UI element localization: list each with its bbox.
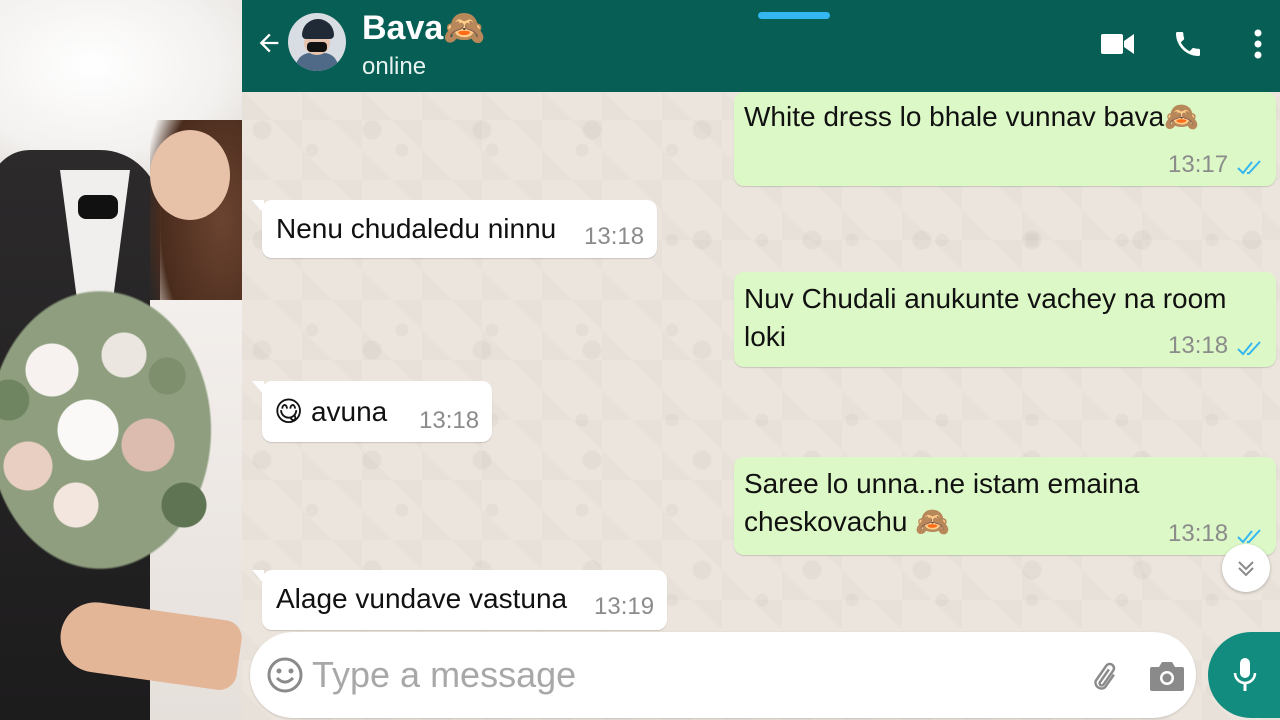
chat-header: Bava🙈 online bbox=[242, 0, 1280, 92]
message-input[interactable] bbox=[312, 650, 1072, 700]
drag-handle[interactable] bbox=[758, 12, 830, 19]
message-outgoing[interactable]: Saree lo unna..ne istam emaina cheskovac… bbox=[734, 457, 1276, 555]
video-camera-icon[interactable] bbox=[1098, 24, 1138, 64]
message-time: 13:18 bbox=[584, 223, 645, 250]
contact-name: Bava🙈 bbox=[362, 9, 486, 47]
smiley-icon[interactable] bbox=[266, 656, 304, 694]
camera-icon[interactable] bbox=[1148, 658, 1186, 694]
message-outgoing[interactable]: Nuv Chudali anukunte vachey na room loki… bbox=[734, 272, 1276, 367]
message-time: 13:18 bbox=[1168, 520, 1229, 547]
contact-title[interactable]: Bava🙈 online bbox=[362, 6, 486, 84]
paperclip-icon[interactable] bbox=[1086, 656, 1126, 696]
bubble-tail bbox=[252, 570, 264, 584]
bow-tie-shape bbox=[78, 195, 118, 219]
double-check-icon bbox=[1237, 341, 1261, 356]
message-composer bbox=[250, 632, 1196, 718]
message-text: 😋 avuna bbox=[274, 396, 388, 427]
flower-bouquet-shape bbox=[0, 280, 220, 580]
bride-face-shape bbox=[150, 130, 230, 220]
chevrons-down-icon[interactable] bbox=[1222, 544, 1270, 592]
message-incoming[interactable]: Nenu chudaledu ninnu 13:18 bbox=[252, 200, 657, 258]
message-text: Alage vundave vastuna bbox=[276, 583, 568, 614]
bubble-tail bbox=[252, 200, 264, 214]
message-text: Saree lo unna..ne istam emaina cheskovac… bbox=[744, 468, 1140, 537]
message-time: 13:19 bbox=[594, 593, 655, 620]
message-incoming[interactable]: Alage vundave vastuna 13:19 bbox=[252, 570, 667, 630]
contact-status: online bbox=[362, 53, 427, 80]
bubble-tail bbox=[252, 381, 264, 395]
arrow-left-icon[interactable] bbox=[254, 28, 284, 58]
double-check-icon bbox=[1237, 529, 1261, 544]
message-time: 13:17 bbox=[1168, 151, 1229, 178]
double-check-icon bbox=[1237, 160, 1261, 175]
message-time: 13:18 bbox=[419, 407, 480, 434]
message-time: 13:18 bbox=[1168, 332, 1229, 359]
avatar[interactable] bbox=[288, 13, 346, 71]
more-vertical-icon[interactable] bbox=[1238, 24, 1278, 64]
wedding-background-photo bbox=[0, 0, 242, 720]
message-outgoing[interactable]: White dress lo bhale vunnav bava🙈 13:17 bbox=[734, 92, 1276, 186]
chat-window: Bava🙈 online White dress lo bhale vunnav… bbox=[242, 0, 1280, 720]
message-text: Nenu chudaledu ninnu bbox=[276, 213, 557, 244]
message-incoming[interactable]: 😋 avuna 13:18 bbox=[252, 381, 492, 442]
phone-icon[interactable] bbox=[1168, 24, 1208, 64]
message-text: White dress lo bhale vunnav bava🙈 bbox=[744, 101, 1200, 132]
